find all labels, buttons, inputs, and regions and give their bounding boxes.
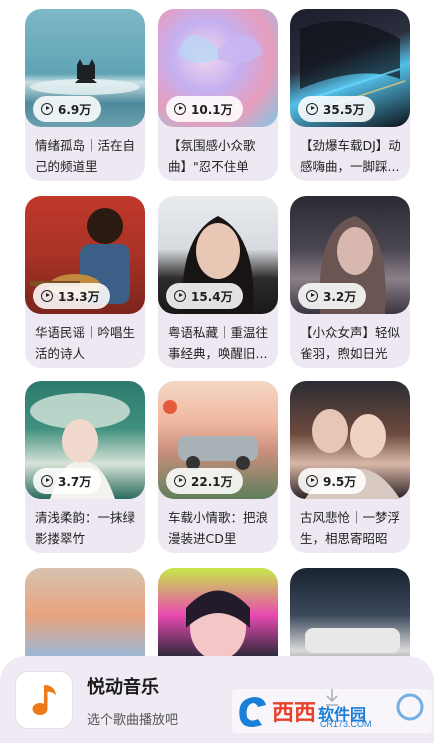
- play-circle-icon: [41, 103, 53, 115]
- play-circle-icon: [306, 290, 318, 302]
- playlist-title: 【氛围感小众歌曲】"忍不住单曲...: [168, 138, 256, 174]
- play-count-badge: 9.5万: [298, 468, 367, 494]
- play-circle-icon: [41, 290, 53, 302]
- play-count-badge: 35.5万: [298, 96, 375, 122]
- playlist-card[interactable]: 10.1万 【氛围感小众歌曲】"忍不住单曲...: [158, 9, 278, 181]
- playlist-card[interactable]: 3.7万 清浅柔韵：一抹绿影搂翠竹: [25, 381, 145, 553]
- playlist-title: 古风悲怆｜一梦浮生，相思寄昭昭: [300, 510, 401, 546]
- playlist-card[interactable]: 22.1万 车载小情歌：把浪漫装进CD里: [158, 381, 278, 553]
- playlist-title: 情绪孤岛｜活在自己的频道里: [35, 138, 136, 174]
- music-note-icon: [32, 685, 56, 715]
- playlist-title: 【小众女声】轻似雀羽，煦如日光: [300, 325, 401, 361]
- play-circle-icon: [306, 103, 318, 115]
- playlist-title: 粤语私藏｜重温往事经典，唤醒旧...: [168, 325, 269, 361]
- playlist-card[interactable]: 15.4万 粤语私藏｜重温往事经典，唤醒旧...: [158, 196, 278, 368]
- play-count-badge: 3.2万: [298, 283, 367, 309]
- play-count: 6.9万: [58, 102, 92, 117]
- play-count-badge: 13.3万: [33, 283, 110, 309]
- album-art: [16, 672, 72, 728]
- play-count: 22.1万: [191, 474, 233, 489]
- watermark-brand: 西西: [272, 701, 317, 726]
- playlist-title: 清浅柔韵：一抹绿影搂翠竹: [35, 510, 136, 546]
- playlist-card[interactable]: 13.3万 华语民谣｜吟唱生活的诗人: [25, 196, 145, 368]
- watermark: 西西 软件园 CR173.COM: [232, 689, 432, 733]
- app-name: 悦动音乐: [87, 677, 159, 698]
- playlist-card[interactable]: 6.9万 情绪孤岛｜活在自己的频道里: [25, 9, 145, 181]
- playlist-title: 【劲爆车载DJ】动感嗨曲，一脚踩...: [300, 138, 401, 174]
- play-count: 35.5万: [323, 102, 365, 117]
- play-count-badge: 3.7万: [33, 468, 102, 494]
- play-count: 13.3万: [58, 289, 100, 304]
- play-circle-icon: [174, 103, 186, 115]
- play-circle-icon: [174, 290, 186, 302]
- play-count-badge: 10.1万: [166, 96, 243, 122]
- playlist-title: 车载小情歌：把浪漫装进CD里: [168, 510, 269, 546]
- play-count: 15.4万: [191, 289, 233, 304]
- playlist-card[interactable]: 3.2万 【小众女声】轻似雀羽，煦如日光: [290, 196, 410, 368]
- watermark-domain: CR173.COM: [320, 719, 372, 729]
- play-circle-icon: [174, 475, 186, 487]
- play-count: 3.2万: [323, 289, 357, 304]
- play-count-badge: 6.9万: [33, 96, 102, 122]
- playlist-card[interactable]: 35.5万 【劲爆车载DJ】动感嗨曲，一脚踩...: [290, 9, 410, 181]
- playlist-card[interactable]: 9.5万 古风悲怆｜一梦浮生，相思寄昭昭: [290, 381, 410, 553]
- play-count: 3.7万: [58, 474, 92, 489]
- play-count: 9.5万: [323, 474, 357, 489]
- play-count-badge: 15.4万: [166, 283, 243, 309]
- playlist-title: 华语民谣｜吟唱生活的诗人: [35, 325, 136, 361]
- play-count-badge: 22.1万: [166, 468, 243, 494]
- play-count: 10.1万: [191, 102, 233, 117]
- play-circle-icon: [306, 475, 318, 487]
- play-circle-icon: [41, 475, 53, 487]
- player-subtitle: 选个歌曲播放吧: [87, 713, 179, 728]
